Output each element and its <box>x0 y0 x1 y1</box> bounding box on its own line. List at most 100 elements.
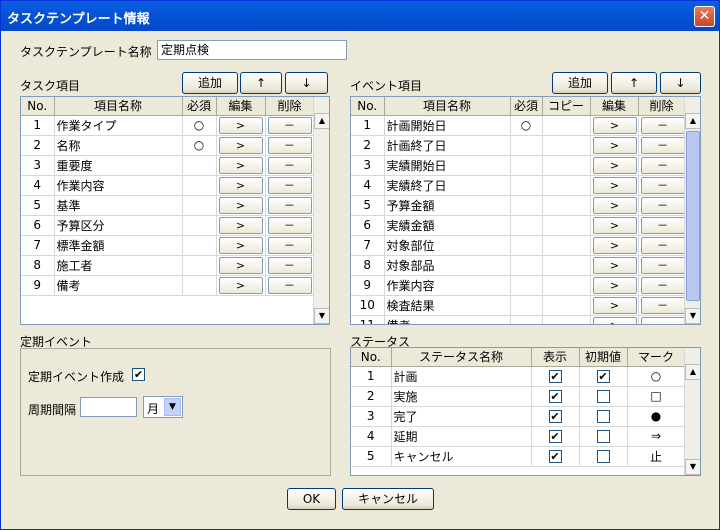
edit-button[interactable]: > <box>592 256 637 274</box>
delete-button[interactable]: － <box>640 196 684 214</box>
table-row[interactable]: 1 計画開始日 ○ > － <box>351 115 686 136</box>
status-scrollbar[interactable]: ▲ ▼ <box>684 348 700 475</box>
status-name[interactable]: 計画 <box>391 366 532 387</box>
edit-button[interactable]: > <box>218 236 263 254</box>
table-row[interactable]: 2 実施 ✔ □ <box>351 386 686 407</box>
scroll-down-icon[interactable]: ▼ <box>685 308 700 324</box>
item-name[interactable]: 実績終了日 <box>384 175 511 196</box>
task-scrollbar[interactable]: ▲ ▼ <box>313 97 329 324</box>
table-row[interactable]: 4 実績終了日 > － <box>351 175 686 196</box>
delete-button[interactable]: － <box>267 156 312 174</box>
delete-button[interactable]: － <box>267 276 312 294</box>
delete-button[interactable]: － <box>267 256 312 274</box>
delete-button[interactable]: － <box>267 176 312 194</box>
delete-button[interactable]: － <box>640 256 684 274</box>
table-row[interactable]: 9 備考 > － <box>21 275 315 296</box>
scroll-down-icon[interactable]: ▼ <box>314 308 329 324</box>
delete-button[interactable]: － <box>640 296 684 314</box>
initial-checkbox[interactable] <box>596 390 610 403</box>
table-row[interactable]: 5 予算金額 > － <box>351 195 686 216</box>
item-name[interactable]: 施工者 <box>54 255 183 276</box>
cancel-button[interactable]: キャンセル <box>342 488 434 510</box>
edit-button[interactable]: > <box>218 216 263 234</box>
delete-button[interactable]: － <box>267 236 312 254</box>
initial-checkbox[interactable]: ✔ <box>596 370 610 383</box>
task-add-button[interactable]: 追加 <box>182 72 238 94</box>
show-checkbox[interactable]: ✔ <box>548 410 562 423</box>
scroll-thumb[interactable] <box>686 131 700 301</box>
task-up-button[interactable]: ↑ <box>240 72 282 94</box>
table-row[interactable]: 5 キャンセル ✔ 止 <box>351 446 686 467</box>
ok-button[interactable]: OK <box>287 488 336 510</box>
event-up-button[interactable]: ↑ <box>611 72 657 94</box>
delete-button[interactable]: － <box>640 216 684 234</box>
item-name[interactable]: 名称 <box>54 135 183 156</box>
initial-checkbox[interactable] <box>596 450 610 463</box>
item-name[interactable]: 計画終了日 <box>384 135 511 156</box>
status-name[interactable]: キャンセル <box>391 446 532 467</box>
edit-button[interactable]: > <box>592 136 637 154</box>
show-checkbox[interactable]: ✔ <box>548 450 562 463</box>
scroll-up-icon[interactable]: ▲ <box>685 113 700 129</box>
delete-button[interactable]: － <box>267 216 312 234</box>
table-row[interactable]: 1 計画 ✔ ✔ ○ <box>351 366 686 387</box>
edit-button[interactable]: > <box>218 256 263 274</box>
item-name[interactable]: 作業タイプ <box>54 115 183 136</box>
edit-button[interactable]: > <box>218 116 263 134</box>
table-row[interactable]: 7 対象部位 > － <box>351 235 686 256</box>
close-icon[interactable]: ✕ <box>694 6 715 27</box>
event-down-button[interactable]: ↓ <box>660 72 701 94</box>
initial-checkbox[interactable] <box>596 410 610 423</box>
table-row[interactable]: 3 実績開始日 > － <box>351 155 686 176</box>
item-name[interactable]: 作業内容 <box>384 275 511 296</box>
show-checkbox[interactable]: ✔ <box>548 370 562 383</box>
delete-button[interactable]: － <box>640 316 684 324</box>
dropdown-arrow-icon[interactable]: ▼ <box>164 398 181 416</box>
show-checkbox[interactable]: ✔ <box>548 430 562 443</box>
item-name[interactable]: 対象部品 <box>384 255 511 276</box>
edit-button[interactable]: > <box>592 176 637 194</box>
item-name[interactable]: 重要度 <box>54 155 183 176</box>
table-row[interactable]: 8 施工者 > － <box>21 255 315 276</box>
delete-button[interactable]: － <box>640 156 684 174</box>
template-name-input[interactable]: 定期点検 <box>157 40 347 60</box>
edit-button[interactable]: > <box>592 316 637 324</box>
periodic-create-checkbox[interactable]: ✔ <box>132 368 145 381</box>
delete-button[interactable]: － <box>640 236 684 254</box>
edit-button[interactable]: > <box>592 156 637 174</box>
edit-button[interactable]: > <box>592 276 637 294</box>
table-row[interactable]: 11備考 >－ <box>351 315 686 324</box>
edit-button[interactable]: > <box>592 296 637 314</box>
edit-button[interactable]: > <box>218 156 263 174</box>
table-row[interactable]: 2 計画終了日 > － <box>351 135 686 156</box>
delete-button[interactable]: － <box>267 196 312 214</box>
table-row[interactable]: 6 予算区分 > － <box>21 215 315 236</box>
item-name[interactable]: 計画開始日 <box>384 115 511 136</box>
edit-button[interactable]: > <box>592 116 637 134</box>
table-row[interactable]: 1 作業タイプ ○ > － <box>21 115 315 136</box>
status-name[interactable]: 完了 <box>391 406 532 427</box>
status-name[interactable]: 延期 <box>391 426 532 447</box>
table-row[interactable]: 9 作業内容 > － <box>351 275 686 296</box>
interval-unit-select[interactable]: 月 ▼ <box>143 396 183 418</box>
table-row[interactable]: 2 名称 ○ > － <box>21 135 315 156</box>
item-name[interactable]: 予算金額 <box>384 195 511 216</box>
status-name[interactable]: 実施 <box>391 386 532 407</box>
item-name[interactable]: 実績開始日 <box>384 155 511 176</box>
event-scrollbar[interactable]: ▲ ▼ <box>684 97 700 324</box>
item-name[interactable]: 予算区分 <box>54 215 183 236</box>
item-name[interactable]: 検査結果 <box>384 295 511 316</box>
scroll-down-icon[interactable]: ▼ <box>685 459 700 475</box>
item-name[interactable]: 備考 <box>384 315 511 324</box>
table-row[interactable]: 8 対象部品 > － <box>351 255 686 276</box>
table-row[interactable]: 4 作業内容 > － <box>21 175 315 196</box>
scroll-up-icon[interactable]: ▲ <box>685 364 700 380</box>
table-row[interactable]: 10 検査結果 > － <box>351 295 686 316</box>
edit-button[interactable]: > <box>592 196 637 214</box>
item-name[interactable]: 作業内容 <box>54 175 183 196</box>
interval-input[interactable] <box>80 397 137 417</box>
table-row[interactable]: 5 基準 > － <box>21 195 315 216</box>
delete-button[interactable]: － <box>640 136 684 154</box>
delete-button[interactable]: － <box>640 176 684 194</box>
show-checkbox[interactable]: ✔ <box>548 390 562 403</box>
